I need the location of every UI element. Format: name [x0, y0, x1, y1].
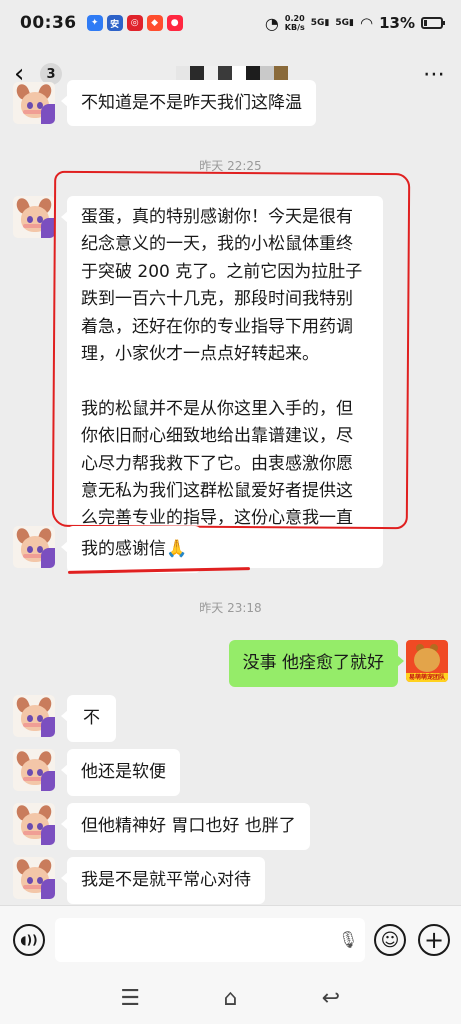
status-bar: 00:36 ✦ 安 ◎ ◆ ● ◔ 0.20 KB/s 5G▮ 5G▮ ◠ 13… [0, 0, 461, 46]
app-notification-icon: ◎ [126, 15, 143, 31]
contact-avatar[interactable] [13, 695, 55, 737]
speedometer-icon: ◔ [264, 13, 279, 33]
network-speed-value: 0.20 [284, 14, 305, 23]
message-bubble[interactable]: 不 [61, 695, 116, 742]
timestamp: 昨天 23:18 [199, 601, 262, 615]
plus-icon[interactable]: + [418, 924, 450, 956]
contact-avatar[interactable] [13, 196, 55, 238]
app-notification-icon: ● [166, 15, 183, 31]
avatar-caption: 易萌萌宠团队 [406, 673, 448, 682]
timestamp: 昨天 22:25 [199, 159, 262, 173]
app-notification-icon: ◆ [146, 15, 163, 31]
more-options-icon[interactable]: ⋯ [423, 62, 447, 87]
contact-avatar[interactable] [13, 857, 55, 899]
chat-title-redacted [176, 66, 288, 80]
signal-2: 5G▮ [335, 18, 354, 28]
back-nav-icon[interactable]: ↩ [311, 986, 351, 1011]
contact-avatar[interactable] [13, 82, 55, 124]
message-bubble[interactable]: 不知道是不是昨天我们这降温 [61, 80, 316, 126]
message-bubble-own[interactable]: 没事 他痊愈了就好 [228, 640, 405, 687]
signal-1-label: 5G [310, 18, 325, 28]
app-notification-icon: ✦ [86, 15, 103, 31]
message-input[interactable] [55, 918, 365, 962]
status-time: 00:36 [20, 13, 77, 33]
my-avatar[interactable]: 易萌萌宠团队 [406, 640, 448, 682]
message-bubble[interactable]: 他还是软便 [61, 749, 180, 796]
battery-icon [421, 17, 445, 29]
message-bubble[interactable]: 我的感谢信🙏 [60, 526, 202, 573]
contact-avatar[interactable] [13, 526, 55, 568]
emoji-icon[interactable]: ☺ [374, 924, 406, 956]
contact-avatar[interactable] [13, 749, 55, 791]
battery-percent: 13% [379, 14, 415, 32]
notification-icons: ✦ 安 ◎ ◆ ● [86, 15, 183, 31]
contact-avatar[interactable] [13, 803, 55, 845]
input-bar: ◖)) 🎙 ☺ + [0, 905, 461, 973]
message-bubble[interactable]: 但他精神好 胃口也好 也胖了 [61, 803, 310, 850]
signal-1: 5G▮ [310, 18, 330, 28]
message-bubble[interactable]: 我是不是就平常心对待 [61, 857, 265, 904]
wifi-icon: ◠ [360, 14, 374, 32]
network-speed: 0.20 KB/s [285, 14, 305, 32]
home-icon[interactable]: ⌂ [210, 986, 250, 1011]
app-notification-icon: 安 [106, 15, 123, 31]
mic-icon[interactable]: 🎙 [338, 930, 358, 949]
voice-icon[interactable]: ◖)) [13, 924, 45, 956]
system-nav-bar: ☰ ⌂ ↩ [0, 973, 461, 1024]
network-speed-unit: KB/s [284, 23, 305, 32]
status-indicators: ◔ 0.20 KB/s 5G▮ 5G▮ ◠ 13% [264, 13, 445, 33]
signal-2-label: 5G [335, 18, 350, 28]
message-bubble[interactable]: 蛋蛋，真的特别感谢你！今天是很有纪念意义的一天，我的小松鼠体重终于突破 200 … [61, 196, 383, 569]
menu-icon[interactable]: ☰ [110, 986, 150, 1011]
